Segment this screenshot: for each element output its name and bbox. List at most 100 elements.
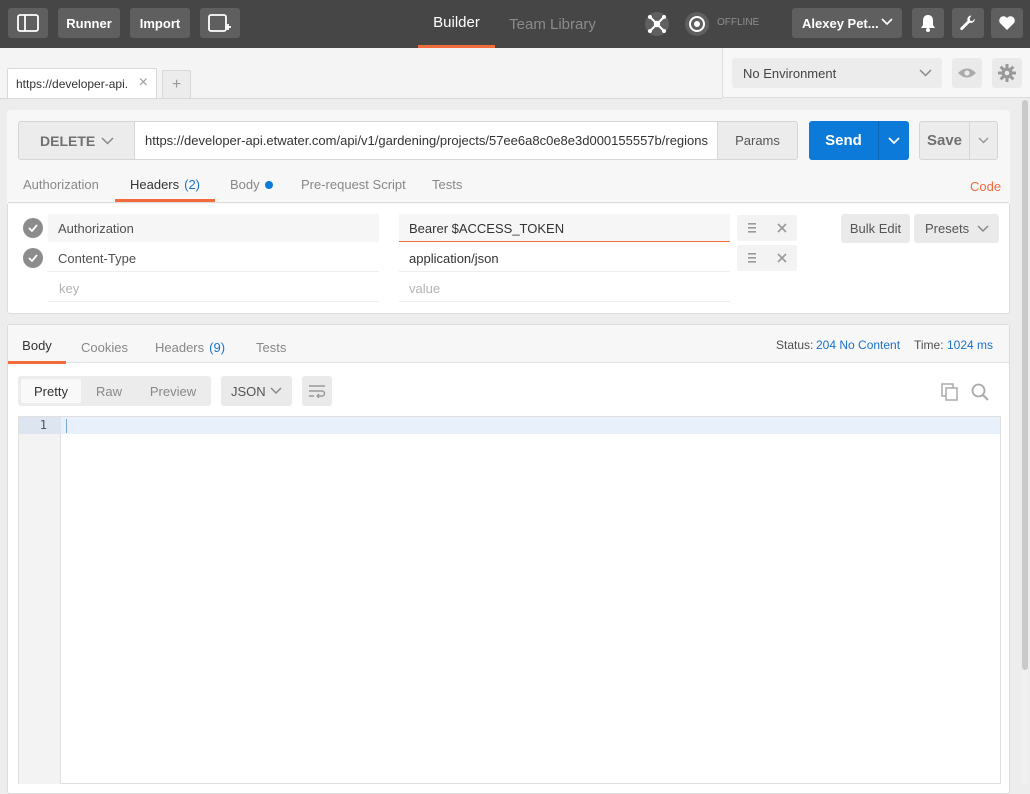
runner-button[interactable]: Runner (58, 8, 120, 38)
settings-button[interactable] (952, 8, 984, 38)
tab-strip-divider (0, 98, 722, 99)
close-tab-icon[interactable]: × (139, 74, 148, 92)
response-tab-headers[interactable]: Headers (9) (155, 340, 225, 355)
chevron-down-icon (888, 136, 900, 144)
response-tab-tests[interactable]: Tests (256, 340, 286, 355)
add-tab-button[interactable]: + (162, 70, 191, 99)
chevron-down-icon (919, 69, 932, 77)
tab-headers-label: Headers (129, 176, 180, 192)
delete-icon[interactable] (777, 223, 787, 233)
save-options-button[interactable] (969, 121, 998, 160)
response-tab-headers-label: Headers (155, 340, 205, 355)
scrollbar-track[interactable] (1022, 100, 1028, 784)
response-headers-count-badge: (9) (209, 340, 226, 355)
search-icon (971, 383, 989, 401)
body-indicator-dot (264, 180, 273, 189)
drag-handle-icon[interactable] (748, 223, 756, 233)
response-tab-body[interactable]: Body (8, 330, 66, 364)
environment-settings-button[interactable] (992, 58, 1022, 88)
sidebar-toggle-button[interactable] (8, 8, 48, 38)
text-cursor (66, 419, 67, 433)
status-value: 204 No Content (816, 338, 901, 352)
check-icon (28, 224, 38, 232)
tab-builder[interactable]: Builder (418, 0, 495, 48)
user-menu-button[interactable]: Alexey Pet... (792, 8, 902, 38)
favorite-button[interactable] (991, 8, 1023, 38)
top-bar: Runner Import Builder Team Library OFFLI… (0, 0, 1030, 48)
offline-label: OFFLINE (717, 17, 760, 28)
view-pretty-button[interactable]: Pretty (21, 379, 81, 403)
header-row-2-checkbox[interactable] (23, 248, 43, 268)
scrollbar-thumb[interactable] (1022, 100, 1028, 670)
tab-authorization[interactable]: Authorization (23, 177, 99, 192)
chevron-down-icon (881, 18, 893, 26)
presets-label: Presets (925, 221, 970, 236)
active-line-highlight (61, 417, 1000, 434)
save-button[interactable]: Save (919, 121, 970, 160)
search-response-button[interactable] (969, 381, 991, 403)
send-options-button[interactable] (878, 121, 909, 160)
sync-icon (685, 12, 709, 36)
eye-icon (958, 68, 976, 78)
header-key-text: Content-Type (58, 251, 137, 266)
tab-pre-request-script[interactable]: Pre-request Script (301, 177, 406, 192)
environment-select[interactable]: No Environment (732, 58, 942, 88)
format-select[interactable]: JSON (221, 376, 292, 406)
send-button[interactable]: Send (809, 121, 878, 160)
drag-handle-icon[interactable] (748, 253, 756, 263)
tab-body-label: Body (230, 177, 260, 192)
wrap-lines-button[interactable] (302, 376, 332, 406)
environment-value: No Environment (743, 65, 837, 81)
tab-team-library[interactable]: Team Library (505, 0, 600, 48)
import-button[interactable]: Import (130, 8, 190, 38)
view-raw-button[interactable]: Raw (85, 379, 133, 403)
check-icon (28, 254, 38, 262)
sync-status-button[interactable] (682, 10, 712, 38)
url-input[interactable]: https://developer-api.etwater.com/api/v1… (134, 121, 718, 160)
bulk-edit-button[interactable]: Bulk Edit (841, 214, 910, 243)
chevron-down-icon (101, 137, 114, 145)
new-header-value-field[interactable] (399, 274, 730, 302)
tab-tests[interactable]: Tests (432, 177, 462, 192)
view-preview-button[interactable]: Preview (142, 379, 204, 403)
wrap-lines-icon (309, 385, 326, 398)
header-key-text: Authorization (58, 221, 134, 236)
user-name: Alexey Pet... (802, 15, 879, 31)
method-value: DELETE (40, 132, 96, 149)
presets-button[interactable]: Presets (914, 214, 999, 243)
copy-icon (941, 383, 958, 401)
new-header-key-field[interactable] (48, 274, 379, 302)
delete-icon[interactable] (777, 253, 787, 263)
satellite-icon (645, 12, 669, 36)
header-row-1-tools (737, 215, 797, 241)
response-tab-cookies[interactable]: Cookies (81, 340, 128, 355)
header-row-2-tools (737, 245, 797, 271)
line-number: 1 (39, 418, 47, 432)
header-row-1-checkbox[interactable] (23, 218, 43, 238)
time-label: Time: (914, 338, 944, 352)
gear-icon (998, 64, 1016, 82)
heart-icon (999, 16, 1015, 30)
time-value: 1024 ms (947, 338, 994, 352)
key-placeholder: key (59, 281, 80, 296)
format-value: JSON (231, 383, 266, 399)
interceptor-button[interactable] (642, 10, 672, 38)
notifications-button[interactable] (912, 8, 944, 38)
status-label: Status: (776, 338, 814, 352)
response-code-editor[interactable] (18, 416, 1001, 784)
wrench-icon (960, 15, 975, 31)
tab-headers[interactable]: Headers (2) (115, 169, 215, 202)
environment-quicklook-button[interactable] (952, 58, 982, 88)
tab-body[interactable]: Body (230, 177, 273, 192)
code-link[interactable]: Code (970, 179, 1001, 194)
new-tab-window-button[interactable] (200, 8, 240, 38)
headers-count-badge: (2) (184, 176, 201, 192)
request-tab[interactable]: https://developer-api. × (7, 68, 157, 99)
header-value-text: application/json (409, 251, 499, 266)
copy-response-button[interactable] (939, 381, 961, 403)
bell-icon (921, 15, 935, 32)
params-button[interactable]: Params (717, 121, 798, 160)
chevron-down-icon (978, 137, 989, 144)
method-select[interactable]: DELETE (18, 121, 135, 160)
new-window-icon (208, 14, 231, 32)
